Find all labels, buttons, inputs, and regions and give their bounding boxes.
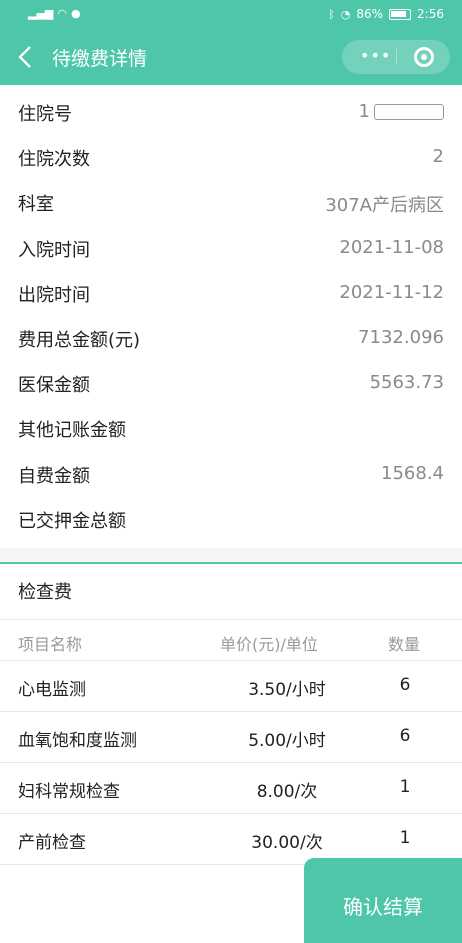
row-item-name: 心电监测 — [18, 680, 86, 700]
row-unit-price: 8.00/次 — [256, 782, 318, 802]
info-row-admission-count: 住院次数 2 — [0, 133, 462, 178]
info-label: 已交押金总额 — [18, 510, 126, 532]
section-accent-line — [0, 562, 462, 564]
info-label: 医保金额 — [18, 375, 90, 397]
row-unit-price: 3.50/小时 — [248, 680, 326, 700]
capsule-divider — [396, 49, 397, 65]
data-saver-icon: ◔ — [340, 7, 351, 21]
page-title: 待缴费详情 — [52, 48, 148, 70]
header-item-name: 项目名称 — [18, 635, 83, 654]
info-row-insurance-amount: 医保金额 5563.73 — [0, 359, 462, 404]
battery-icon — [389, 8, 412, 20]
info-label: 入院时间 — [18, 239, 90, 261]
info-label: 费用总金额(元) — [18, 329, 141, 351]
status-left: ▂▄▆ ◠ ● — [28, 7, 81, 20]
more-menu-icon[interactable]: ••• — [360, 46, 391, 65]
back-arrow-icon[interactable] — [14, 43, 38, 71]
info-value: 1 — [358, 101, 370, 122]
row-unit-price: 5.00/小时 — [248, 731, 326, 751]
redacted-box — [374, 104, 444, 120]
info-value: 2021-11-12 — [339, 281, 444, 303]
status-right: ᛒ ◔ 86% 2:56 — [328, 7, 444, 21]
info-row-self-pay-amount: 自费金额 1568.4 — [0, 450, 462, 495]
row-quantity: 6 — [399, 726, 411, 746]
status-bar: ▂▄▆ ◠ ● ᛒ ◔ 86% 2:56 — [0, 0, 462, 30]
section-title: 检查费 — [18, 582, 72, 603]
wifi-icon: ◠ — [57, 7, 67, 20]
table-header: 项目名称 单价(元)/单位 数量 — [0, 619, 462, 661]
nav-bar: 待缴费详情 ••• — [0, 30, 462, 85]
info-value: 1568.4 — [381, 462, 444, 484]
notification-icon: ● — [71, 7, 81, 20]
info-value: 307A产后病区 — [325, 195, 444, 217]
row-item-name: 产前检查 — [18, 833, 86, 853]
info-label: 住院号 — [18, 104, 72, 125]
info-list: 住院号 1 住院次数 2 科室 307A产后病区 入院时间 2021-11-08… — [0, 88, 462, 540]
info-value: 5563.73 — [369, 372, 444, 394]
info-row-admission-no: 住院号 1 — [0, 88, 462, 133]
mini-program-capsule: ••• — [342, 40, 450, 74]
confirm-settlement-button[interactable]: 确认结算 — [304, 858, 462, 943]
header-quantity: 数量 — [388, 635, 421, 654]
info-value: 2021-11-08 — [339, 236, 444, 258]
signal-icon: ▂▄▆ — [28, 7, 54, 20]
status-time: 2:56 — [417, 7, 444, 21]
table-row: 血氧饱和度监测 5.00/小时 6 — [0, 712, 462, 763]
row-item-name: 妇科常规检查 — [18, 782, 120, 802]
battery-percent: 86% — [356, 7, 384, 21]
header-unit-price: 单价(元)/单位 — [220, 635, 318, 654]
table-row: 心电监测 3.50/小时 6 — [0, 661, 462, 712]
info-row-deposit-total: 已交押金总额 — [0, 495, 462, 540]
row-quantity: 1 — [399, 828, 411, 848]
info-label: 自费金额 — [18, 465, 90, 487]
info-value: 7132.096 — [358, 326, 444, 348]
info-label: 其他记账金额 — [18, 420, 126, 442]
row-unit-price: 30.00/次 — [251, 833, 323, 853]
section-divider — [0, 548, 462, 563]
row-quantity: 6 — [399, 675, 411, 695]
info-row-other-amount: 其他记账金额 — [0, 404, 462, 449]
info-label: 出院时间 — [18, 284, 90, 306]
fee-table: 项目名称 单价(元)/单位 数量 心电监测 3.50/小时 6 血氧饱和度监测 … — [0, 619, 462, 865]
info-row-total-amount: 费用总金额(元) 7132.096 — [0, 314, 462, 359]
info-label: 科室 — [18, 194, 54, 216]
info-row-discharge-date: 出院时间 2021-11-12 — [0, 269, 462, 314]
close-mini-program-icon[interactable] — [414, 47, 434, 67]
row-quantity: 1 — [399, 777, 411, 797]
info-row-department: 科室 307A产后病区 — [0, 178, 462, 223]
info-row-admission-date: 入院时间 2021-11-08 — [0, 224, 462, 269]
table-row: 妇科常规检查 8.00/次 1 — [0, 763, 462, 814]
row-item-name: 血氧饱和度监测 — [18, 731, 137, 751]
bluetooth-icon: ᛒ — [328, 7, 335, 21]
info-label: 住院次数 — [18, 149, 90, 171]
info-value: 2 — [432, 146, 444, 168]
